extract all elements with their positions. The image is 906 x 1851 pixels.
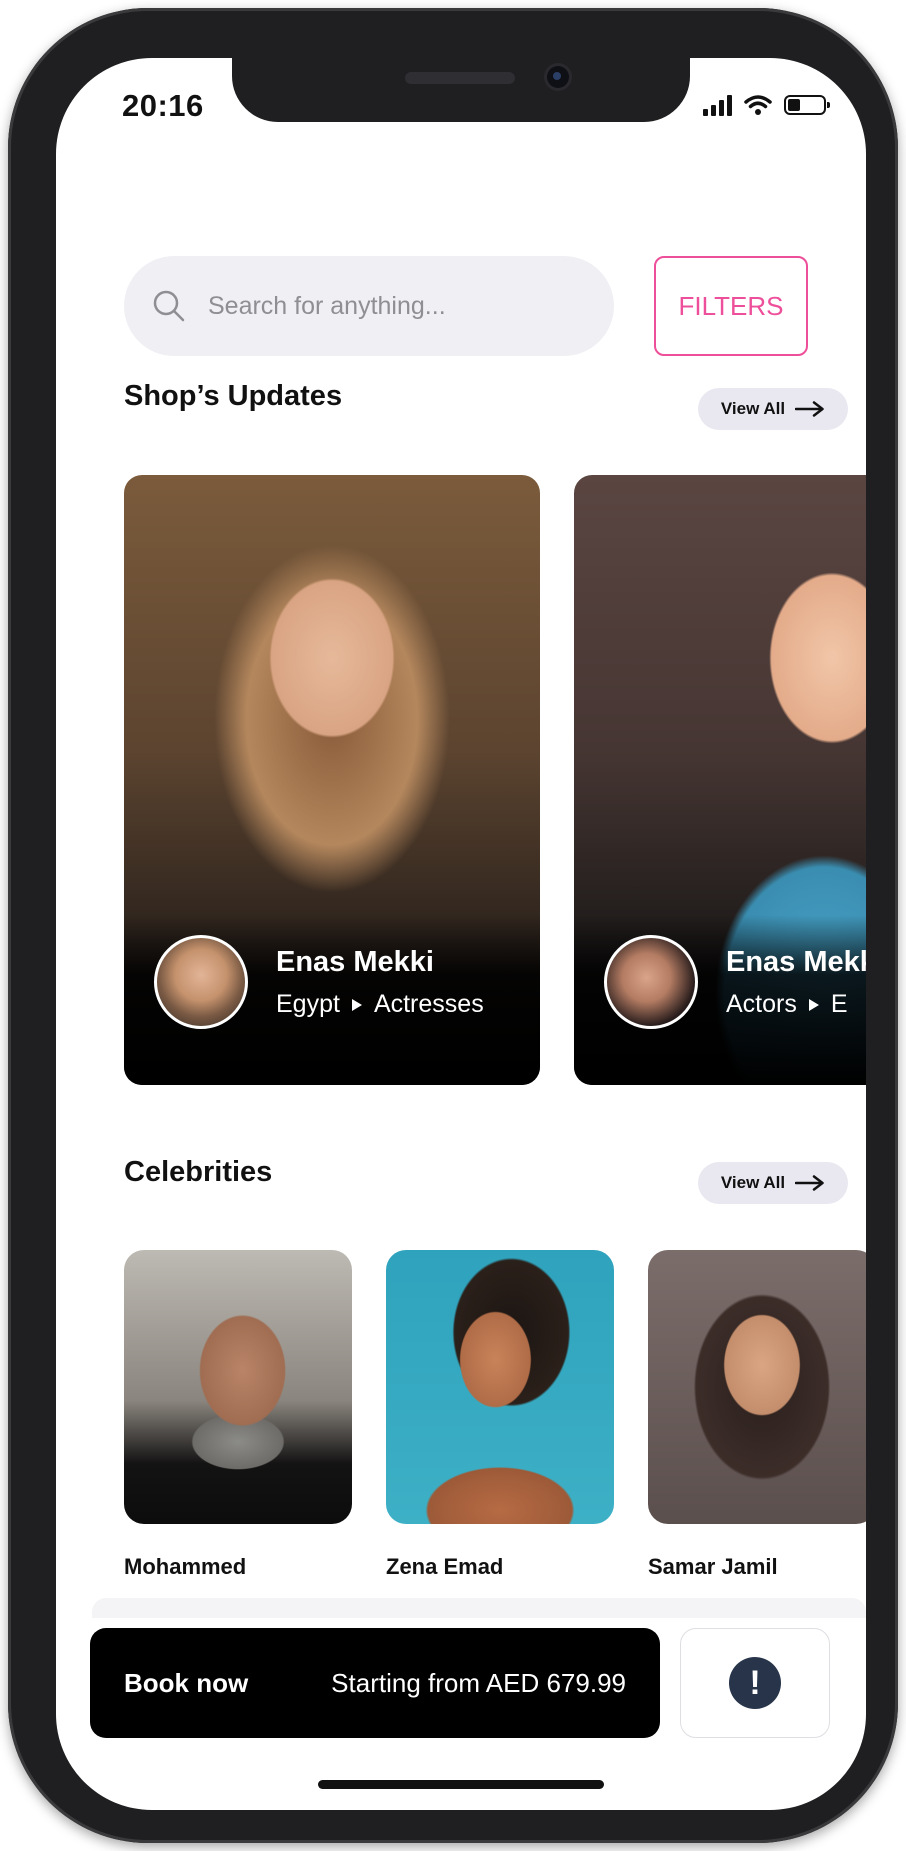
shop-updates-view-all-button[interactable]: View All [698,388,848,430]
view-all-label: View All [720,399,786,418]
app-screen: 20:16 Search for anything... FILTERS Sho… [56,58,866,1810]
cellular-signal-icon [703,94,732,116]
notch [232,58,690,122]
home-indicator[interactable] [318,1780,604,1789]
card-meta: Actors E [726,990,848,1019]
celebrities-title: Celebrities [124,1156,273,1188]
search-icon [153,290,185,322]
celebrity-name: Zena Emad [386,1554,504,1579]
card-category: Actresses [373,990,484,1018]
avatar [604,935,698,1029]
celebrities-carousel[interactable]: Mohammed Zena Emad Samar Jamil [124,1250,866,1590]
wifi-icon [744,95,772,115]
arrow-right-icon [795,1175,824,1191]
filters-button[interactable]: FILTERS [654,256,808,356]
book-now-label: Book now [124,1667,249,1698]
play-triangle-icon [351,998,362,1011]
speaker [405,72,515,84]
status-time: 20:16 [122,88,204,123]
celebrity-name: Samar Jamil [648,1554,778,1579]
search-bar[interactable]: Search for anything... [124,256,614,356]
battery-icon [784,95,830,115]
starting-price: Starting from AED 679.99 [331,1667,626,1698]
card-celebrity-name: Enas Mekki [726,946,866,978]
front-camera [547,66,569,88]
celebrity-card[interactable]: Samar Jamil [648,1250,866,1580]
celebrity-card[interactable]: Zena Emad [386,1250,614,1580]
book-now-button[interactable]: Book now Starting from AED 679.99 [90,1628,660,1738]
shop-update-card[interactable]: Enas Mekki Actors E [574,475,866,1085]
arrow-right-icon [795,401,824,417]
celebrity-name: Mohammed [124,1554,247,1579]
celebrities-view-all-button[interactable]: View All [698,1162,848,1204]
play-triangle-icon [808,998,819,1011]
search-input[interactable]: Search for anything... [208,292,446,321]
shop-update-card[interactable]: Enas Mekki Egypt Actresses [124,475,540,1085]
card-category: Actors [726,990,797,1018]
exclamation-icon: ! [729,1657,781,1709]
bottom-sheet-edge [92,1598,866,1618]
celebrity-card[interactable]: Mohammed [124,1250,352,1580]
avatar [154,935,248,1029]
status-icons [703,94,830,116]
card-celebrity-name: Enas Mekki [276,946,434,978]
info-button[interactable]: ! [680,1628,830,1738]
phone-frame: 20:16 Search for anything... FILTERS Sho… [8,8,898,1843]
card-country: E [830,990,848,1018]
card-country: Egypt [276,990,340,1018]
shop-updates-title: Shop’s Updates [124,380,343,412]
celebrity-photo [648,1250,866,1524]
view-all-label: View All [720,1173,786,1192]
celebrity-photo [124,1250,352,1524]
card-meta: Egypt Actresses [276,990,484,1019]
celebrity-photo [386,1250,614,1524]
